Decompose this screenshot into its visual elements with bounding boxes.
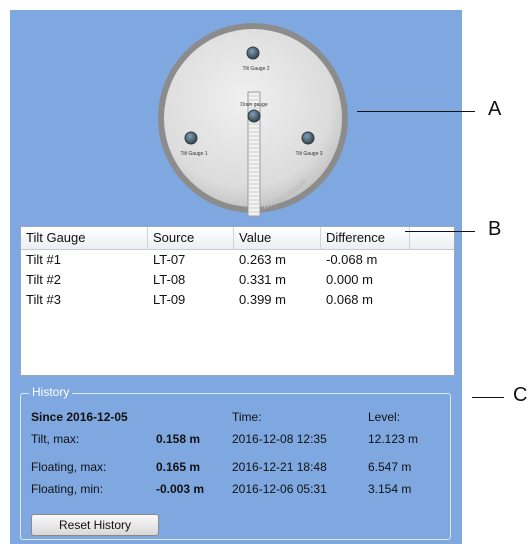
gauge-icon — [247, 109, 261, 123]
gauge-icon — [246, 46, 260, 60]
floating-min-value: -0.003 m — [156, 482, 205, 496]
tilt-gauge-2-label: Tilt Gauge 2 — [242, 66, 269, 72]
cell-difference: 0.000 m — [326, 272, 373, 287]
callout-line-c — [472, 397, 504, 398]
tank-view: Tilt Gauge 2 Drain gauge Tilt Gauge 1 Ti… — [158, 23, 348, 217]
reset-history-button[interactable]: Reset History — [31, 514, 159, 536]
tilt-max-time: 2016-12-08 12:35 — [232, 432, 327, 446]
history-group: History Since 2016-12-05 Time: Level: Ti… — [20, 385, 451, 540]
table-row[interactable]: Tilt #3 LT-09 0.399 m 0.068 m — [21, 290, 454, 310]
cell-source: LT-09 — [153, 292, 186, 307]
gauge-icon — [301, 131, 315, 145]
cell-tilt-gauge: Tilt #2 — [26, 272, 61, 287]
callout-line-b — [405, 231, 475, 232]
history-time-header: Time: — [232, 410, 262, 424]
column-header-value[interactable]: Value — [234, 227, 321, 249]
cell-tilt-gauge: Tilt #1 — [26, 252, 61, 267]
column-header-difference[interactable]: Difference — [321, 227, 410, 249]
tilt-gauge-table: Tilt Gauge Source Value Difference Tilt … — [20, 226, 455, 376]
table-row[interactable]: Tilt #2 LT-08 0.331 m 0.000 m — [21, 270, 454, 290]
history-legend: History — [29, 385, 73, 399]
column-header-tilt-gauge[interactable]: Tilt Gauge — [21, 227, 148, 249]
cell-difference: -0.068 m — [326, 252, 378, 267]
floating-max-time: 2016-12-21 18:48 — [232, 460, 327, 474]
floating-min-time: 2016-12-06 05:31 — [232, 482, 327, 496]
drain-gauge-label: Drain gauge — [240, 102, 267, 108]
callout-label-a: A — [488, 98, 502, 120]
cell-difference: 0.068 m — [326, 292, 373, 307]
gauge-icon — [184, 131, 198, 145]
tilt-max-label: Tilt, max: — [31, 432, 80, 446]
tilt-gauge-3-label: Tilt Gauge 3 — [295, 151, 322, 157]
cell-source: LT-08 — [153, 272, 186, 287]
cell-value: 0.331 m — [239, 272, 286, 287]
floating-max-label: Floating, max: — [31, 460, 107, 474]
floating-max-value: 0.165 m — [156, 460, 201, 474]
tilt-max-level: 12.123 m — [368, 432, 419, 446]
table-row[interactable]: Tilt #1 LT-07 0.263 m -0.068 m — [21, 250, 454, 270]
cell-source: LT-07 — [153, 252, 186, 267]
floating-max-level: 6.547 m — [368, 460, 412, 474]
callout-label-b: B — [488, 218, 502, 240]
cell-value: 0.399 m — [239, 292, 286, 307]
callout-label-c: C — [513, 384, 528, 406]
cell-value: 0.263 m — [239, 252, 286, 267]
cell-tilt-gauge: Tilt #3 — [26, 292, 61, 307]
floating-min-level: 3.154 m — [368, 482, 412, 496]
callout-line-a — [357, 111, 475, 112]
history-level-header: Level: — [368, 410, 401, 424]
tilt-gauge-1-label: Tilt Gauge 1 — [180, 151, 207, 157]
table-header: Tilt Gauge Source Value Difference — [21, 227, 454, 250]
column-header-source[interactable]: Source — [148, 227, 234, 249]
tilt-max-value: 0.158 m — [156, 432, 201, 446]
floating-min-label: Floating, min: — [31, 482, 104, 496]
history-since-label: Since 2016-12-05 — [31, 410, 128, 424]
